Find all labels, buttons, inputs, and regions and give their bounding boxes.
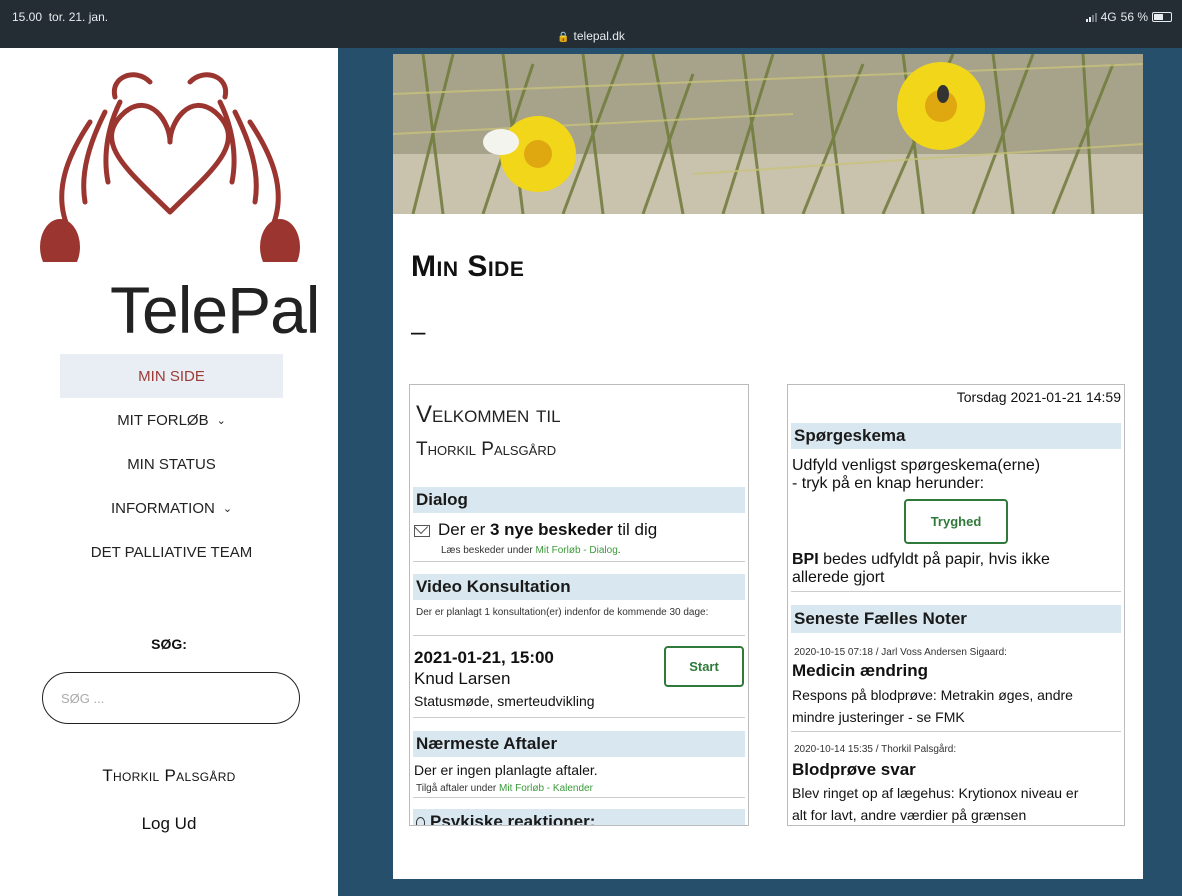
current-datetime: Torsdag 2021-01-21 14:59 bbox=[956, 389, 1121, 405]
logo-text: TelePal bbox=[110, 273, 320, 347]
network-type: 4G bbox=[1100, 10, 1117, 24]
dialog-msg-suffix: til dig bbox=[612, 520, 658, 539]
note-body-1: Blev ringet op af lægehus: Krytionox niv… bbox=[792, 785, 1079, 801]
main-area: Min Side – Velkommen til Thorkil Palsgår… bbox=[338, 48, 1182, 896]
dialog-note-prefix: Læs beskeder under bbox=[441, 545, 536, 556]
telepal-logo[interactable]: TelePal bbox=[30, 62, 320, 347]
status-indicators: 4G 56 % bbox=[1085, 10, 1172, 24]
note-meta: 2020-10-15 07:18 / Jarl Voss Andersen Si… bbox=[794, 647, 1007, 658]
bpi-line-1: bedes udfyldt på papir, hvis ikke bbox=[818, 551, 1050, 568]
sidebar: TelePal MIN SIDE MIT FORLØB ⌄ MIN STATUS … bbox=[0, 48, 338, 896]
dialog-link[interactable]: Mit Forløb - Dialog bbox=[536, 545, 618, 556]
divider bbox=[413, 797, 745, 798]
divider bbox=[413, 635, 745, 636]
psych-heading: Psykiske reaktioner: bbox=[413, 809, 745, 826]
nav-label: INFORMATION bbox=[110, 499, 215, 517]
dialog-msg-count: 3 nye beskeder bbox=[489, 520, 613, 539]
note-meta: 2020-10-14 15:35 / Thorkil Palsgård: bbox=[794, 744, 957, 755]
divider bbox=[413, 717, 745, 718]
note-title[interactable]: Medicin ændring bbox=[792, 661, 1120, 681]
dialog-message[interactable]: Der er 3 nye beskeder til dig bbox=[414, 520, 744, 540]
divider bbox=[791, 731, 1121, 732]
battery-icon bbox=[1152, 12, 1172, 22]
signal-icon bbox=[1085, 12, 1097, 22]
bpi-text-2: allerede gjort bbox=[792, 569, 885, 586]
note-title[interactable]: Blodprøve svar bbox=[792, 760, 1120, 780]
video-note: Der er planlagt 1 konsultation(er) inden… bbox=[416, 607, 709, 618]
appointments-heading: Nærmeste Aftaler bbox=[413, 731, 745, 757]
nav-label: MIN STATUS bbox=[127, 455, 216, 473]
address-bar[interactable]: 🔒 telepal.dk bbox=[0, 29, 1182, 43]
notes-heading: Seneste Fælles Noter bbox=[791, 605, 1121, 633]
search-placeholder: SØG ... bbox=[61, 690, 105, 706]
main-nav: MIN SIDE MIT FORLØB ⌄ MIN STATUS INFORMAT… bbox=[60, 354, 283, 574]
video-heading: Video Konsultation bbox=[413, 574, 745, 600]
url-text: telepal.dk bbox=[573, 29, 625, 43]
banner-image bbox=[393, 54, 1143, 214]
welcome-name: Thorkil Palsgård bbox=[416, 439, 557, 460]
bpi-label: BPI bbox=[792, 551, 819, 568]
note-body-2: mindre justeringer - se FMK bbox=[792, 709, 965, 725]
dialog-note-suffix: . bbox=[617, 545, 621, 556]
lightbulb-icon bbox=[416, 816, 425, 825]
questionnaire-text-2: - tryk på en knap herunder: bbox=[792, 475, 985, 492]
note-body-1: Respons på blodprøve: Metrakin øges, and… bbox=[792, 687, 1073, 703]
battery-percent: 56 % bbox=[1120, 10, 1148, 24]
nav-item-min-status[interactable]: MIN STATUS bbox=[60, 442, 283, 486]
dialog-heading: Dialog bbox=[413, 487, 745, 513]
dialog-msg-prefix: Der er bbox=[438, 520, 490, 539]
nav-item-min-side[interactable]: MIN SIDE bbox=[60, 354, 283, 398]
note-body-2: alt for lavt, andre værdier på grænsen bbox=[792, 807, 1027, 823]
user-profile-link[interactable]: Thorkil Palsgård bbox=[0, 766, 338, 786]
nav-item-information[interactable]: INFORMATION ⌄ bbox=[60, 486, 283, 530]
nav-label: MIN SIDE bbox=[138, 367, 205, 385]
chevron-down-icon: ⌄ bbox=[216, 414, 226, 427]
status-bar: 15.00 tor. 21. jan. 🔒 telepal.dk 4G 56 % bbox=[0, 0, 1182, 48]
page-title: Min Side bbox=[411, 250, 525, 283]
lock-icon: 🔒 bbox=[557, 32, 570, 43]
questionnaire-heading: Spørgeskema bbox=[791, 423, 1121, 449]
appointments-note: Tilgå aftaler under Mit Forløb - Kalende… bbox=[416, 783, 744, 794]
logout-link[interactable]: Log Ud bbox=[0, 814, 338, 834]
welcome-card: Velkommen til Thorkil Palsgård Dialog De… bbox=[409, 384, 749, 826]
video-start-button[interactable]: Start bbox=[664, 646, 744, 687]
mail-icon bbox=[414, 524, 430, 537]
status-date: tor. 21. jan. bbox=[48, 10, 109, 24]
nav-item-palliative-team[interactable]: DET PALLIATIVE TEAM bbox=[60, 530, 283, 574]
hands-heart-icon bbox=[40, 72, 300, 275]
appointments-text: Der er ingen planlagte aftaler. bbox=[414, 762, 598, 778]
title-dash: – bbox=[411, 316, 426, 346]
nav-label: MIT FORLØB bbox=[117, 411, 209, 429]
status-time-date: 15.00 tor. 21. jan. bbox=[12, 10, 108, 24]
tryghed-button[interactable]: Tryghed bbox=[904, 499, 1008, 544]
status-time: 15.00 bbox=[12, 10, 43, 24]
search-input[interactable]: SØG ... bbox=[42, 672, 300, 724]
search-label: SØG: bbox=[151, 636, 187, 652]
questionnaire-text-1: Udfyld venligst spørgeskema(erne) bbox=[792, 457, 1041, 474]
video-topic: Statusmøde, smerteudvikling bbox=[414, 693, 595, 709]
bpi-text-1: BPI bedes udfyldt på papir, hvis ikke bbox=[792, 551, 1120, 569]
calendar-link[interactable]: Mit Forløb - Kalender bbox=[499, 783, 593, 794]
psych-heading-text: Psykiske reaktioner: bbox=[430, 812, 596, 826]
welcome-heading: Velkommen til bbox=[416, 401, 561, 428]
nav-label: DET PALLIATIVE TEAM bbox=[90, 543, 253, 561]
appointments-note-prefix: Tilgå aftaler under bbox=[416, 783, 500, 794]
divider bbox=[413, 561, 745, 562]
chevron-down-icon: ⌄ bbox=[222, 502, 233, 515]
dialog-note: Læs beskeder under Mit Forløb - Dialog. bbox=[441, 545, 744, 556]
nav-item-mit-forloeb[interactable]: MIT FORLØB ⌄ bbox=[60, 398, 283, 442]
content-panel: Min Side – Velkommen til Thorkil Palsgår… bbox=[393, 54, 1143, 879]
info-card: Torsdag 2021-01-21 14:59 Spørgeskema Udf… bbox=[787, 384, 1125, 826]
divider bbox=[791, 591, 1121, 592]
